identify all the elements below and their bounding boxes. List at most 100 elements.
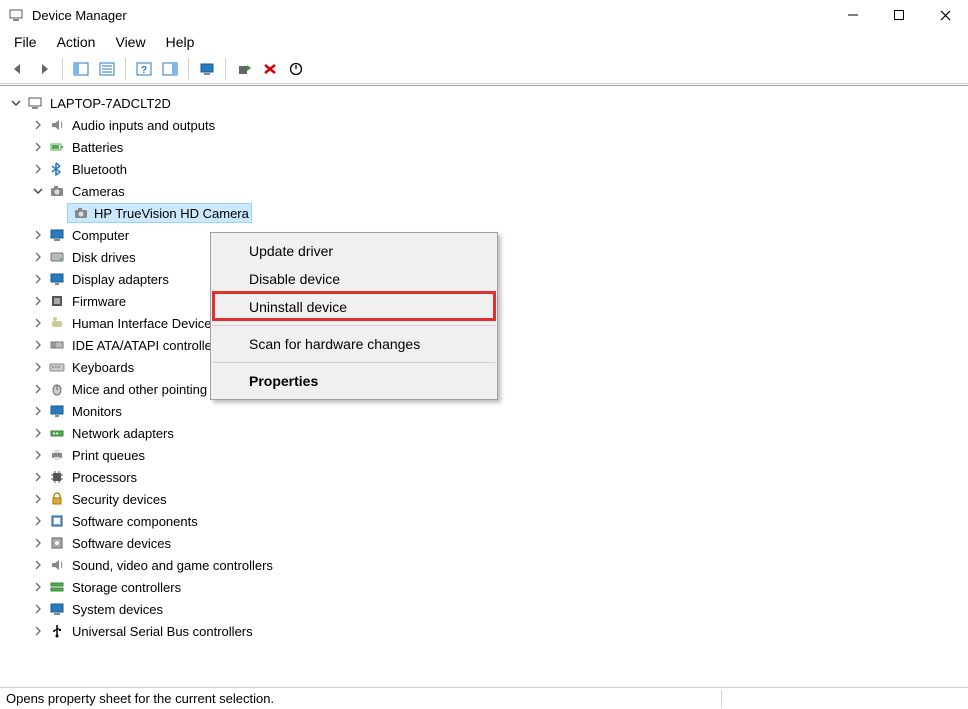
context-properties[interactable]: Properties xyxy=(211,367,497,395)
chevron-right-icon[interactable] xyxy=(30,579,46,595)
scan-hardware-button[interactable] xyxy=(195,57,219,81)
forward-button[interactable] xyxy=(32,57,56,81)
chevron-down-icon[interactable] xyxy=(8,95,24,111)
help-button[interactable]: ? xyxy=(132,57,156,81)
tree-node-label: Display adapters xyxy=(72,272,169,287)
tree-node-label: Bluetooth xyxy=(72,162,127,177)
minimize-button[interactable] xyxy=(830,0,876,30)
properties-toolbar-button[interactable] xyxy=(95,57,119,81)
tree-node[interactable]: Monitors xyxy=(8,400,964,422)
context-menu: Update driver Disable device Uninstall d… xyxy=(210,232,498,400)
chevron-right-icon[interactable] xyxy=(30,623,46,639)
menu-help[interactable]: Help xyxy=(158,32,203,52)
tree-node[interactable]: Batteries xyxy=(8,136,964,158)
tree-node[interactable]: Audio inputs and outputs xyxy=(8,114,964,136)
device-manager-icon xyxy=(8,7,24,23)
statusbar-text: Opens property sheet for the current sel… xyxy=(6,691,274,706)
chevron-right-icon[interactable] xyxy=(30,293,46,309)
camera-icon xyxy=(72,204,90,222)
show-action-pane-button[interactable] xyxy=(158,57,182,81)
tree-node[interactable]: Software devices xyxy=(8,532,964,554)
printer-icon xyxy=(48,446,66,464)
chevron-right-icon[interactable] xyxy=(30,227,46,243)
context-disable-device[interactable]: Disable device xyxy=(211,265,497,293)
computer-root-icon xyxy=(26,94,44,112)
chevron-right-icon[interactable] xyxy=(30,535,46,551)
tree-node-label: Batteries xyxy=(72,140,123,155)
tree-node[interactable]: Bluetooth xyxy=(8,158,964,180)
tree-leaf-selected[interactable]: HP TrueVision HD Camera xyxy=(8,202,964,224)
window-title: Device Manager xyxy=(32,8,127,23)
chevron-right-icon[interactable] xyxy=(30,513,46,529)
tree-node-label: Audio inputs and outputs xyxy=(72,118,215,133)
tree-node[interactable]: System devices xyxy=(8,598,964,620)
tree-node[interactable]: Storage controllers xyxy=(8,576,964,598)
menubar: File Action View Help xyxy=(0,30,968,54)
tree-node-label: System devices xyxy=(72,602,163,617)
tree-node-label: IDE ATA/ATAPI controllers xyxy=(72,338,223,353)
back-button[interactable] xyxy=(6,57,30,81)
context-uninstall-device[interactable]: Uninstall device xyxy=(211,293,497,321)
chevron-right-icon[interactable] xyxy=(30,403,46,419)
chevron-down-icon[interactable] xyxy=(30,183,46,199)
chevron-right-icon[interactable] xyxy=(30,271,46,287)
maximize-button[interactable] xyxy=(876,0,922,30)
tree-node[interactable]: Software components xyxy=(8,510,964,532)
camera-icon xyxy=(48,182,66,200)
context-scan-hardware[interactable]: Scan for hardware changes xyxy=(211,330,497,358)
chevron-right-icon[interactable] xyxy=(30,469,46,485)
tree-node[interactable]: Print queues xyxy=(8,444,964,466)
monitor-icon xyxy=(48,402,66,420)
chevron-right-icon[interactable] xyxy=(30,491,46,507)
close-button[interactable] xyxy=(922,0,968,30)
software-dev-icon xyxy=(48,534,66,552)
disable-device-button[interactable] xyxy=(284,57,308,81)
tree-node[interactable]: Universal Serial Bus controllers xyxy=(8,620,964,642)
chevron-right-icon[interactable] xyxy=(30,601,46,617)
tree-node[interactable]: Cameras xyxy=(8,180,964,202)
display-icon xyxy=(48,270,66,288)
tree-node-label: Human Interface Devices xyxy=(72,316,218,331)
toolbar-divider xyxy=(62,58,63,80)
bluetooth-icon xyxy=(48,160,66,178)
statusbar: Opens property sheet for the current sel… xyxy=(0,687,968,709)
system-icon xyxy=(48,600,66,618)
tree-node-label: Universal Serial Bus controllers xyxy=(72,624,253,639)
tree-node-label: Software components xyxy=(72,514,198,529)
menu-action[interactable]: Action xyxy=(49,32,104,52)
toolbar: ? xyxy=(0,54,968,84)
update-driver-button[interactable] xyxy=(232,57,256,81)
mouse-icon xyxy=(48,380,66,398)
context-update-driver[interactable]: Update driver xyxy=(211,237,497,265)
tree-node[interactable]: Network adapters xyxy=(8,422,964,444)
tree-root[interactable]: LAPTOP-7ADCLT2D xyxy=(8,92,964,114)
tree-node[interactable]: Security devices xyxy=(8,488,964,510)
chevron-right-icon[interactable] xyxy=(30,161,46,177)
tree-node-label: Sound, video and game controllers xyxy=(72,558,273,573)
chevron-right-icon[interactable] xyxy=(30,381,46,397)
menu-file[interactable]: File xyxy=(6,32,45,52)
network-icon xyxy=(48,424,66,442)
tree-node[interactable]: Processors xyxy=(8,466,964,488)
chevron-right-icon[interactable] xyxy=(30,359,46,375)
menu-view[interactable]: View xyxy=(107,32,153,52)
storage-icon xyxy=(48,578,66,596)
uninstall-device-button[interactable] xyxy=(258,57,282,81)
software-icon xyxy=(48,512,66,530)
chevron-right-icon[interactable] xyxy=(30,249,46,265)
chevron-right-icon[interactable] xyxy=(30,337,46,353)
tree-node-label: Storage controllers xyxy=(72,580,181,595)
tree-node[interactable]: Sound, video and game controllers xyxy=(8,554,964,576)
chevron-right-icon[interactable] xyxy=(30,425,46,441)
tree-node-label: Keyboards xyxy=(72,360,134,375)
sound-icon xyxy=(48,556,66,574)
show-hide-console-tree-button[interactable] xyxy=(69,57,93,81)
tree-node-label: Cameras xyxy=(72,184,125,199)
chevron-right-icon[interactable] xyxy=(30,117,46,133)
disk-icon xyxy=(48,248,66,266)
chevron-right-icon[interactable] xyxy=(30,139,46,155)
chevron-right-icon[interactable] xyxy=(30,447,46,463)
chevron-right-icon[interactable] xyxy=(30,557,46,573)
chevron-right-icon[interactable] xyxy=(30,315,46,331)
computer-icon xyxy=(48,226,66,244)
